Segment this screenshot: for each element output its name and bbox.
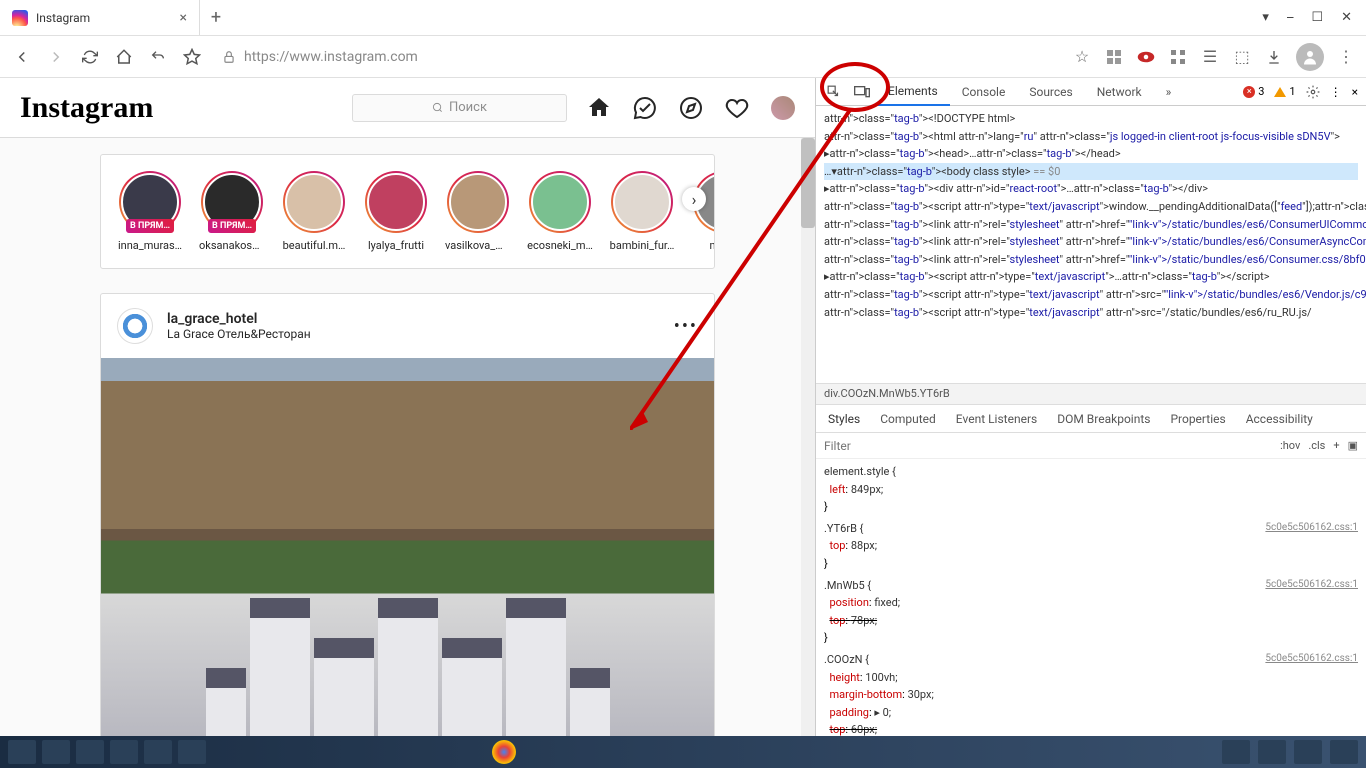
crop-icon[interactable]: ⬚ <box>1232 47 1252 67</box>
styles-filter-input[interactable] <box>816 433 1272 458</box>
window-close-icon[interactable]: ✕ <box>1341 10 1352 25</box>
reload-button[interactable] <box>78 45 102 69</box>
post-avatar[interactable] <box>117 308 153 344</box>
devtools-tabs: Elements Console Sources Network » ×3 1 … <box>816 78 1366 106</box>
post-location[interactable]: La Grace Отель&Ресторан <box>167 327 311 341</box>
annotation-arrow <box>630 110 860 430</box>
instagram-favicon-icon <box>12 10 28 26</box>
story-item[interactable]: В ПРЯМ…oksanakosa… <box>199 171 265 252</box>
post-username[interactable]: la_grace_hotel <box>167 311 311 327</box>
apps-icon[interactable] <box>1168 47 1188 67</box>
devtools-settings-icon[interactable] <box>1306 85 1320 99</box>
breadcrumb[interactable]: div.COOzN.MnWb5.YT6rB <box>816 383 1366 405</box>
styles-panel[interactable]: element.style { left: 849px;}.YT6rB {5c0… <box>816 459 1366 736</box>
tab-console[interactable]: Console <box>950 79 1018 105</box>
lock-icon <box>222 50 236 64</box>
taskbar-app-icon[interactable] <box>144 740 172 764</box>
devtools-close-icon[interactable]: × <box>1352 85 1358 99</box>
window-maximize-icon[interactable]: ☐ <box>1311 10 1323 25</box>
dom-tree[interactable]: attr-n">class="tag-b"><!DOCTYPE html>att… <box>816 106 1366 383</box>
post-header: la_grace_hotel La Grace Отель&Ресторан •… <box>101 294 714 358</box>
browser-toolbar: https://www.instagram.com ☆ ☰ ⬚ ⋮ <box>0 36 1366 78</box>
search-icon <box>432 102 443 113</box>
home-button[interactable] <box>112 45 136 69</box>
window-dropdown-icon[interactable]: ▾ <box>1262 10 1269 25</box>
tab-accessibility[interactable]: Accessibility <box>1246 412 1313 426</box>
browser-tab[interactable]: Instagram × <box>0 0 200 35</box>
bookmark-star-icon[interactable] <box>180 45 204 69</box>
new-style-rule-icon[interactable]: + <box>1333 439 1339 452</box>
feed-post: la_grace_hotel La Grace Отель&Ресторан •… <box>100 293 715 736</box>
windows-taskbar[interactable] <box>0 736 1366 768</box>
taskbar-tray-icon[interactable] <box>1222 740 1250 764</box>
chrome-menu-icon[interactable]: ⋮ <box>1336 47 1356 67</box>
taskbar-app-icon[interactable] <box>110 740 138 764</box>
post-image[interactable] <box>101 358 714 736</box>
browser-titlebar: Instagram × + ▾ ⎯ ☐ ✕ <box>0 0 1366 36</box>
search-placeholder: Поиск <box>449 100 487 115</box>
tab-sources[interactable]: Sources <box>1017 79 1084 105</box>
forward-button[interactable] <box>44 45 68 69</box>
window-minimize-icon[interactable]: ⎯ <box>1287 10 1294 25</box>
story-item[interactable]: В ПРЯМ…inna_muras… <box>117 171 183 252</box>
taskbar-tray-icon[interactable] <box>1258 740 1286 764</box>
error-count-badge[interactable]: ×3 <box>1243 85 1264 98</box>
search-input[interactable]: Поиск <box>352 94 567 122</box>
tab-dom-breakpoints[interactable]: DOM Breakpoints <box>1057 412 1150 426</box>
chrome-taskbar-icon[interactable] <box>492 740 516 764</box>
pin-icon[interactable]: ▣ <box>1348 439 1358 452</box>
taskbar-app-icon[interactable] <box>8 740 36 764</box>
home-icon[interactable] <box>587 96 611 120</box>
hov-toggle[interactable]: :hov <box>1280 439 1300 452</box>
devtools-menu-icon[interactable]: ⋮ <box>1330 85 1342 99</box>
new-tab-button[interactable]: + <box>200 0 232 35</box>
taskbar-tray-icon[interactable] <box>1294 740 1322 764</box>
taskbar-tray-icon[interactable] <box>1330 740 1358 764</box>
profile-avatar-icon[interactable] <box>1296 43 1324 71</box>
stories-tray: В ПРЯМ…inna_muras…В ПРЯМ…oksanakosa…beau… <box>100 154 715 269</box>
extension-puzzle-icon[interactable] <box>1104 47 1124 67</box>
story-item[interactable]: beautiful.m… <box>281 171 347 252</box>
styles-tabs: Styles Computed Event Listeners DOM Brea… <box>816 405 1366 433</box>
tab-properties[interactable]: Properties <box>1170 412 1225 426</box>
cls-toggle[interactable]: .cls <box>1308 439 1325 452</box>
devtools-panel: Elements Console Sources Network » ×3 1 … <box>815 78 1366 736</box>
annotation-circle <box>820 62 890 112</box>
undo-button[interactable] <box>146 45 170 69</box>
styles-filter-row: :hov .cls + ▣ <box>816 433 1366 459</box>
download-icon[interactable] <box>1264 47 1284 67</box>
story-item[interactable]: ecosneki_m… <box>527 171 593 252</box>
instagram-logo[interactable]: Instagram <box>20 91 153 125</box>
eye-extension-icon[interactable] <box>1136 47 1156 67</box>
taskbar-app-icon[interactable] <box>178 740 206 764</box>
tab-close-icon[interactable]: × <box>180 10 187 26</box>
tab-network[interactable]: Network <box>1085 79 1154 105</box>
story-item[interactable]: vasilkova_m… <box>445 171 511 252</box>
url-text: https://www.instagram.com <box>244 49 418 65</box>
tab-title: Instagram <box>36 11 90 25</box>
playlist-icon[interactable]: ☰ <box>1200 47 1220 67</box>
back-button[interactable] <box>10 45 34 69</box>
warning-count-badge[interactable]: 1 <box>1274 85 1295 98</box>
taskbar-app-icon[interactable] <box>76 740 104 764</box>
taskbar-app-icon[interactable] <box>42 740 70 764</box>
tabs-overflow[interactable]: » <box>1154 79 1184 105</box>
bookmark-this-icon[interactable]: ☆ <box>1072 47 1092 67</box>
tab-event-listeners[interactable]: Event Listeners <box>956 412 1037 426</box>
story-item[interactable]: lyalya_frutti <box>363 171 429 252</box>
tab-computed[interactable]: Computed <box>880 412 936 426</box>
